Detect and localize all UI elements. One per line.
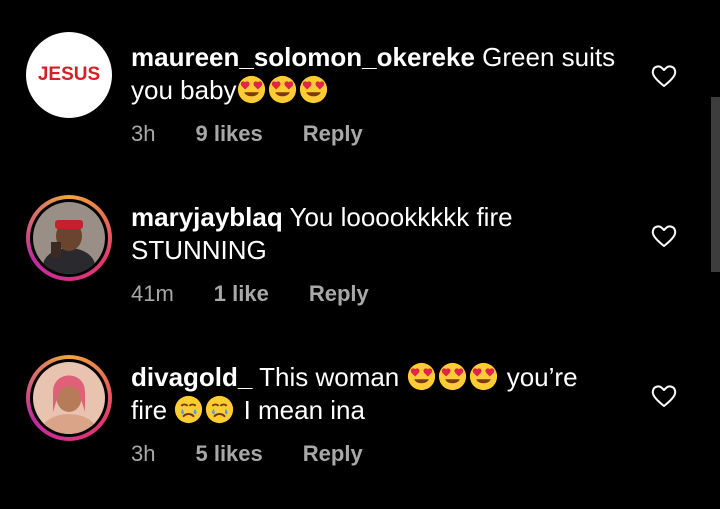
- crying-face-emoji-icon: [174, 395, 203, 424]
- avatar-logo-text: JESUS: [37, 64, 101, 85]
- likes-count[interactable]: 5 likes: [195, 441, 262, 467]
- heart-eyes-emoji-icon: [237, 75, 266, 104]
- comment-item: JESUS maureen_solomon_okereke Green suit…: [0, 0, 720, 160]
- heart-eyes-emoji-icon: [268, 75, 297, 104]
- avatar[interactable]: [26, 355, 112, 441]
- heart-eyes-emoji-icon: [299, 75, 328, 104]
- heart-eyes-emoji-icon: [438, 362, 467, 391]
- comment-item: maryjayblaq You looookkkkk fire STUNNING…: [0, 160, 720, 320]
- avatar[interactable]: JESUS: [26, 32, 112, 118]
- comment-body-end: I mean ina: [236, 395, 365, 425]
- heart-eyes-emoji-icon: [407, 362, 436, 391]
- comment-username[interactable]: maryjayblaq: [131, 202, 283, 232]
- reply-button[interactable]: Reply: [303, 121, 363, 147]
- story-ring: [26, 195, 112, 281]
- comment-time: 3h: [131, 121, 156, 146]
- comment-username[interactable]: divagold_: [131, 362, 252, 392]
- like-heart-icon[interactable]: [651, 224, 677, 248]
- story-ring: [26, 355, 112, 441]
- like-heart-icon[interactable]: [651, 64, 677, 88]
- comment-text: maryjayblaq You looookkkkk fire STUNNING: [131, 201, 551, 267]
- comment-text: maureen_solomon_okereke Green suits you …: [131, 41, 631, 107]
- heart-eyes-emoji-icon: [469, 362, 498, 391]
- comment-body: This woman: [252, 362, 407, 392]
- comment-time: 41m: [131, 281, 174, 306]
- comment-meta: 3h 5 likes Reply: [131, 441, 403, 467]
- avatar-photo: [33, 362, 105, 434]
- reply-button[interactable]: Reply: [309, 281, 369, 307]
- comment-item: divagold_ This woman you’re fire I mean …: [0, 320, 720, 480]
- avatar-photo: [33, 202, 105, 274]
- comment-meta: 41m 1 like Reply: [131, 281, 409, 307]
- crying-face-emoji-icon: [205, 395, 234, 424]
- scrollbar[interactable]: [711, 97, 720, 272]
- like-heart-icon[interactable]: [651, 384, 677, 408]
- avatar[interactable]: [26, 195, 112, 281]
- comment-time: 3h: [131, 441, 156, 466]
- likes-count[interactable]: 9 likes: [195, 121, 262, 147]
- comment-username[interactable]: maureen_solomon_okereke: [131, 42, 475, 72]
- likes-count[interactable]: 1 like: [214, 281, 269, 307]
- comment-meta: 3h 9 likes Reply: [131, 121, 403, 147]
- comment-text: divagold_ This woman you’re fire I mean …: [131, 361, 611, 427]
- reply-button[interactable]: Reply: [303, 441, 363, 467]
